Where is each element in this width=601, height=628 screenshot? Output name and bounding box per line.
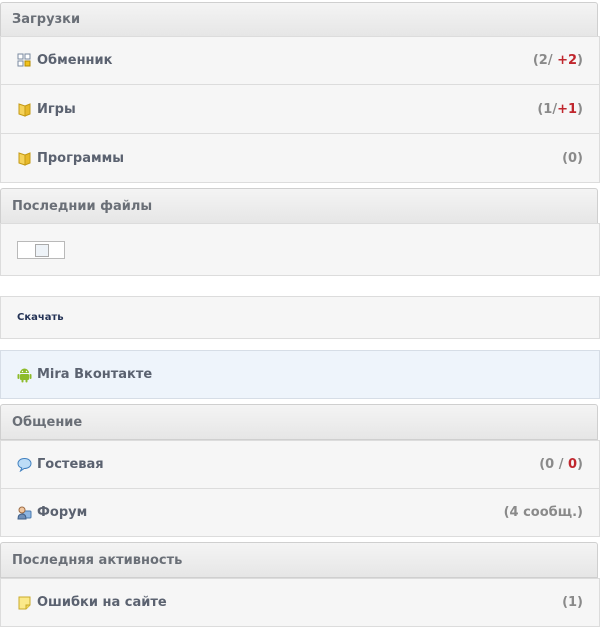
note-icon <box>17 595 32 610</box>
activity-item-count: (1) <box>562 595 583 610</box>
communication-item-count: (4 сообщ.) <box>503 505 583 520</box>
activity-title: Последняя активность <box>12 552 183 568</box>
latest-file-preview-row <box>0 223 600 276</box>
communication-item-label: Гостевая <box>37 457 104 472</box>
communication-item-guestbook[interactable]: Гостевая (0 / 0) <box>0 440 600 489</box>
download-row: Скачать <box>0 296 600 339</box>
activity-header: Последняя активность <box>0 542 598 578</box>
communication-item-label: Форум <box>37 505 88 520</box>
folder-icon <box>17 151 32 166</box>
downloads-header: Загрузки <box>0 2 598 37</box>
promo-mira-vkontakte[interactable]: Mira Вконтакте <box>0 350 600 399</box>
downloads-title: Загрузки <box>12 12 81 27</box>
downloads-item-count: (1/+1) <box>537 101 583 117</box>
downloads-item-label: Программы <box>37 150 124 166</box>
grid-icon <box>17 53 32 68</box>
downloads-item-label: Игры <box>37 101 76 117</box>
broken-image[interactable] <box>17 240 65 259</box>
folder-icon <box>17 102 32 117</box>
downloads-item-label: Обменник <box>37 53 113 68</box>
communication-item-count: (0 / 0) <box>539 457 583 472</box>
downloads-item-count: (2/ +2) <box>532 53 583 68</box>
downloads-item-programs[interactable]: Программы (0) <box>0 133 600 183</box>
forum-user-icon <box>17 505 32 520</box>
communication-item-forum[interactable]: Форум (4 сообщ.) <box>0 488 600 537</box>
speech-bubble-icon <box>17 457 32 473</box>
latest-files-header: Последнии файлы <box>0 188 598 224</box>
downloads-item-games[interactable]: Игры (1/+1) <box>0 84 600 134</box>
communication-header: Общение <box>0 404 598 440</box>
download-link[interactable]: Скачать <box>17 312 64 323</box>
activity-item-site-errors[interactable]: Ошибки на сайте (1) <box>0 578 600 627</box>
downloads-item-count: (0) <box>562 150 583 166</box>
downloads-item-exchanger[interactable]: Обменник (2/ +2) <box>0 36 600 85</box>
activity-item-label: Ошибки на сайте <box>37 595 167 610</box>
latest-files-title: Последнии файлы <box>12 198 153 214</box>
promo-label: Mira Вконтакте <box>37 367 153 382</box>
android-icon <box>17 367 32 383</box>
communication-title: Общение <box>12 414 83 430</box>
